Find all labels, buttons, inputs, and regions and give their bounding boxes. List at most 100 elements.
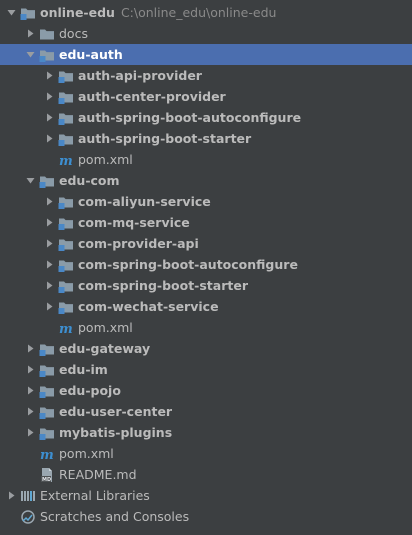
tree-node-edu-gateway[interactable]: edu-gateway [0, 338, 412, 359]
module-folder-icon [57, 233, 75, 254]
svg-text:m: m [59, 154, 73, 167]
tree-node-label: docs [59, 23, 88, 44]
chevron-right-icon[interactable] [24, 380, 36, 401]
tree-node-readme-md[interactable]: MD README.md [0, 464, 412, 485]
module-folder-icon [57, 86, 75, 107]
chevron-right-icon[interactable] [43, 212, 55, 233]
module-folder-icon [38, 422, 56, 443]
tree-node-com-mq-service[interactable]: com-mq-service [0, 212, 412, 233]
module-folder-icon [57, 65, 75, 86]
node-name: com-wechat-service [78, 299, 219, 314]
tree-node-label: com-mq-service [78, 212, 190, 233]
tree-node-pom-xml[interactable]: m pom.xml [0, 317, 412, 338]
tree-node-edu-user-center[interactable]: edu-user-center [0, 401, 412, 422]
node-name: mybatis-plugins [59, 425, 173, 440]
tree-node-label: online-edu C:\online_edu\online-edu [40, 2, 276, 23]
tree-node-com-provider-api[interactable]: com-provider-api [0, 233, 412, 254]
maven-icon: m [57, 317, 75, 338]
chevron-right-icon[interactable] [43, 191, 55, 212]
tree-node-auth-api-provider[interactable]: auth-api-provider [0, 65, 412, 86]
tree-node-com-spring-boot-starter[interactable]: com-spring-boot-starter [0, 275, 412, 296]
chevron-right-icon[interactable] [24, 338, 36, 359]
tree-node-auth-spring-boot-starter[interactable]: auth-spring-boot-starter [0, 128, 412, 149]
node-name: auth-center-provider [78, 89, 226, 104]
tree-node-auth-spring-boot-autoconfigure[interactable]: auth-spring-boot-autoconfigure [0, 107, 412, 128]
tree-node-label: External Libraries [40, 485, 150, 506]
tree-node-external-libraries[interactable]: External Libraries [0, 485, 412, 506]
chevron-right-icon[interactable] [24, 359, 36, 380]
node-name: docs [59, 26, 88, 41]
chevron-right-icon[interactable] [24, 422, 36, 443]
node-name: Scratches and Consoles [40, 509, 190, 524]
project-tree[interactable]: online-edu C:\online_edu\online-edu docs … [0, 2, 412, 527]
chevron-right-icon[interactable] [43, 86, 55, 107]
chevron-right-icon[interactable] [43, 275, 55, 296]
chevron-down-icon[interactable] [24, 170, 36, 191]
node-name: External Libraries [40, 488, 150, 503]
tree-node-pom-xml[interactable]: m pom.xml [0, 443, 412, 464]
tree-node-edu-auth[interactable]: edu-auth [0, 44, 412, 65]
tree-node-com-wechat-service[interactable]: com-wechat-service [0, 296, 412, 317]
chevron-right-icon[interactable] [43, 107, 55, 128]
tree-node-label: com-spring-boot-autoconfigure [78, 254, 298, 275]
tree-node-com-spring-boot-autoconfigure[interactable]: com-spring-boot-autoconfigure [0, 254, 412, 275]
project-path: C:\online_edu\online-edu [120, 5, 277, 20]
tree-node-label: com-aliyun-service [78, 191, 211, 212]
tree-node-label: pom.xml [78, 149, 133, 170]
scratches-icon [19, 506, 37, 527]
chevron-right-icon[interactable] [43, 254, 55, 275]
chevron-right-icon[interactable] [43, 233, 55, 254]
module-folder-icon [19, 2, 37, 23]
tree-node-pom-xml[interactable]: m pom.xml [0, 149, 412, 170]
module-folder-icon [57, 296, 75, 317]
node-name: online-edu [40, 5, 115, 20]
tree-node-online-edu[interactable]: online-edu C:\online_edu\online-edu [0, 2, 412, 23]
chevron-right-icon[interactable] [43, 128, 55, 149]
node-name: edu-auth [59, 47, 123, 62]
tree-node-edu-pojo[interactable]: edu-pojo [0, 380, 412, 401]
node-name: auth-api-provider [78, 68, 202, 83]
tree-node-mybatis-plugins[interactable]: mybatis-plugins [0, 422, 412, 443]
libraries-icon [19, 485, 37, 506]
module-folder-icon [57, 275, 75, 296]
chevron-right-icon[interactable] [43, 65, 55, 86]
svg-text:m: m [59, 322, 73, 335]
module-folder-icon [38, 170, 56, 191]
tree-node-edu-com[interactable]: edu-com [0, 170, 412, 191]
chevron-down-icon[interactable] [5, 2, 17, 23]
tree-node-docs[interactable]: docs [0, 23, 412, 44]
chevron-right-icon[interactable] [24, 401, 36, 422]
chevron-right-icon[interactable] [43, 296, 55, 317]
node-name: edu-com [59, 173, 120, 188]
tree-node-label: edu-pojo [59, 380, 121, 401]
tree-node-com-aliyun-service[interactable]: com-aliyun-service [0, 191, 412, 212]
tree-node-label: edu-auth [59, 44, 123, 65]
module-folder-icon [57, 212, 75, 233]
tree-node-label: edu-im [59, 359, 108, 380]
tree-node-auth-center-provider[interactable]: auth-center-provider [0, 86, 412, 107]
svg-text:MD: MD [42, 477, 51, 483]
maven-icon: m [57, 149, 75, 170]
tree-node-label: edu-user-center [59, 401, 172, 422]
node-name: edu-gateway [59, 341, 151, 356]
tree-node-label: edu-com [59, 170, 120, 191]
node-name: com-spring-boot-starter [78, 278, 249, 293]
node-name: com-aliyun-service [78, 194, 211, 209]
tree-node-label: Scratches and Consoles [40, 506, 189, 527]
module-folder-icon [57, 191, 75, 212]
svg-text:m: m [40, 448, 54, 461]
chevron-right-icon[interactable] [24, 23, 36, 44]
chevron-down-icon[interactable] [24, 44, 36, 65]
tree-node-edu-im[interactable]: edu-im [0, 359, 412, 380]
tree-node-label: README.md [59, 464, 137, 485]
tree-node-label: pom.xml [78, 317, 133, 338]
node-name: edu-im [59, 362, 108, 377]
chevron-right-icon[interactable] [5, 485, 17, 506]
tree-node-scratches-and-consoles[interactable]: Scratches and Consoles [0, 506, 412, 527]
node-name: pom.xml [78, 320, 133, 335]
module-folder-icon [38, 44, 56, 65]
node-name: edu-user-center [59, 404, 173, 419]
node-name: pom.xml [78, 152, 133, 167]
node-name: com-provider-api [78, 236, 199, 251]
node-name: auth-spring-boot-starter [78, 131, 252, 146]
